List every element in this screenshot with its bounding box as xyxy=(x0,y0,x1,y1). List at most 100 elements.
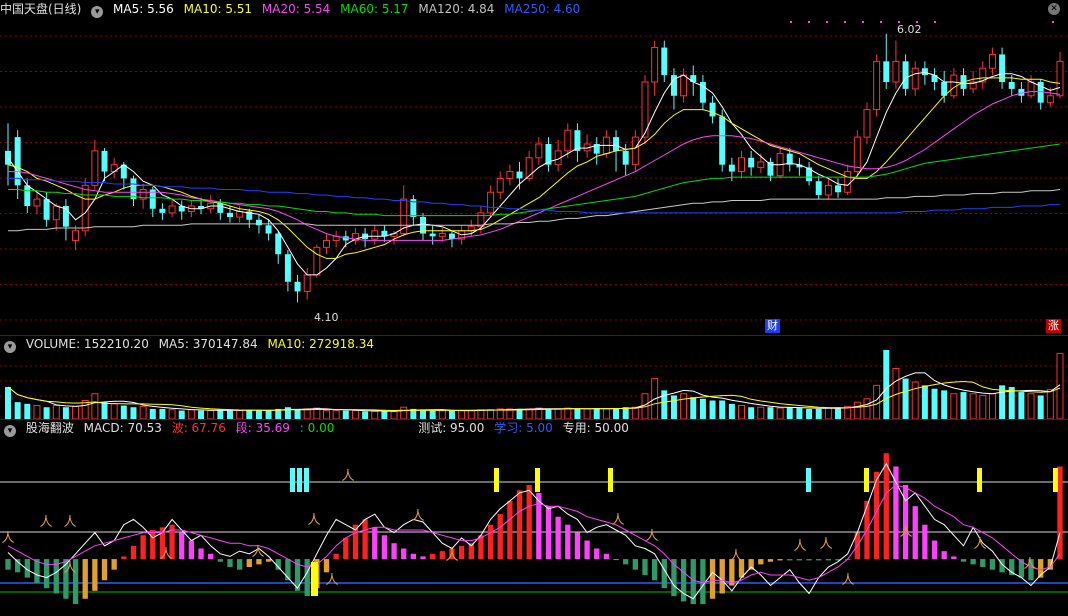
macd-bar xyxy=(623,559,629,565)
candle-body xyxy=(294,281,301,292)
candle-body xyxy=(275,233,282,255)
chevron-down-icon[interactable]: ▾ xyxy=(4,341,16,353)
volume-bar xyxy=(207,410,215,420)
macd-bar xyxy=(777,559,783,561)
volume-bar xyxy=(1008,387,1015,419)
volume-bar xyxy=(719,400,726,419)
volume-bar xyxy=(187,409,195,420)
volume-bar xyxy=(728,403,735,419)
ma10-label: MA10: 5.51 xyxy=(183,2,253,16)
signal-dot xyxy=(844,21,846,23)
person-icon: 人 xyxy=(841,573,854,588)
volume-bar xyxy=(400,406,408,420)
volume-bar xyxy=(670,395,677,419)
volume-bar xyxy=(371,410,379,420)
finance-badge[interactable]: 财 xyxy=(765,319,780,333)
volume-bar xyxy=(824,407,832,420)
macd-bar xyxy=(265,559,272,562)
person-icon: 人 xyxy=(325,573,338,588)
candle-body xyxy=(159,208,166,213)
volume-bar xyxy=(757,406,765,420)
volume-bar xyxy=(545,408,552,419)
signal-bar xyxy=(608,468,613,492)
person-icon: 人 xyxy=(251,545,264,560)
macd-bar xyxy=(343,537,349,560)
candle-body xyxy=(516,171,523,179)
person-icon: 人 xyxy=(1023,557,1036,572)
macd-bar xyxy=(584,540,590,560)
macd-bar xyxy=(989,559,996,570)
macd-bar xyxy=(208,553,214,560)
volume-bar xyxy=(554,408,562,420)
macd-bar xyxy=(555,516,561,560)
macd-bar xyxy=(497,514,503,560)
chevron-down-icon[interactable]: ▾ xyxy=(91,6,104,18)
candle-body xyxy=(448,233,455,240)
candle-body xyxy=(757,161,765,168)
volume-bar xyxy=(33,405,41,420)
candle-body xyxy=(613,137,620,151)
volume-bar xyxy=(487,409,495,420)
volume-title: VOLUME: 152210.20 xyxy=(25,337,149,351)
macd-chart[interactable]: 人人 人人人 人人人人人人人人人人 人人人人人 xyxy=(0,420,1068,616)
volume-bar xyxy=(467,410,475,420)
macd-bar xyxy=(101,559,108,581)
macd-bar xyxy=(92,559,98,591)
volume-bar xyxy=(448,410,455,419)
volume-bar xyxy=(690,397,697,419)
macd-bar xyxy=(632,559,638,570)
person-icon: 人 xyxy=(645,529,658,544)
volume-bar xyxy=(902,378,909,419)
candle-body xyxy=(844,171,852,193)
macd-bar xyxy=(362,519,368,560)
volume-bar xyxy=(806,408,813,419)
macd-bar xyxy=(333,553,339,560)
volume-bar xyxy=(217,409,224,419)
volume-bar xyxy=(525,408,533,420)
person-icon: 人 xyxy=(159,547,172,562)
signal-bar xyxy=(297,468,302,492)
macd-bar xyxy=(709,559,716,599)
volume-bar xyxy=(1018,392,1025,419)
volume-bar xyxy=(748,407,755,419)
volume-bar xyxy=(738,405,745,420)
volume-bar xyxy=(236,410,244,420)
volume-bar xyxy=(130,407,137,419)
signal-bar xyxy=(806,468,811,492)
volume-bar xyxy=(303,408,311,420)
ma120-label: MA120: 4.84 xyxy=(418,2,495,16)
person-icon: 人 xyxy=(63,515,76,530)
volume-bar xyxy=(110,403,118,420)
chevron-down-icon[interactable]: ▾ xyxy=(4,425,16,437)
macd-panel[interactable]: ▾ 股海翻波 MACD: 70.53 波: 67.76 段: 35.69 : 0… xyxy=(0,420,1068,616)
volume-bar xyxy=(873,384,881,420)
volume-bar xyxy=(101,402,108,419)
macd-bar xyxy=(816,559,822,561)
candle-body xyxy=(226,212,233,218)
candle-body xyxy=(863,109,871,138)
volume-bar xyxy=(323,410,330,420)
candle-body xyxy=(284,254,291,282)
signal-bar xyxy=(311,562,318,596)
volume-bar xyxy=(5,387,11,419)
macd-bar xyxy=(970,559,976,565)
volume-bar xyxy=(835,407,842,419)
candle-body xyxy=(52,205,60,221)
zero-value: : 0.00 xyxy=(299,421,335,435)
macd-bar xyxy=(140,535,146,560)
volume-bar xyxy=(709,400,716,419)
ceshi-value: 测试: 95.00 xyxy=(418,421,485,435)
candle-body xyxy=(1027,81,1035,97)
candle-body xyxy=(631,136,639,166)
signal-dot xyxy=(862,21,864,23)
price-chart[interactable] xyxy=(0,0,1068,336)
macd-bar xyxy=(767,559,774,562)
price-panel[interactable]: 中国天盘(日线) ▾ MA5: 5.56 MA10: 5.51 MA20: 5.… xyxy=(0,0,1068,336)
limit-up-badge[interactable]: 涨 xyxy=(1046,319,1061,333)
macd-bar xyxy=(951,556,957,560)
volume-panel[interactable]: ▾ VOLUME: 152210.20 MA5: 370147.84 MA10:… xyxy=(0,336,1068,420)
macd-bar xyxy=(198,548,204,560)
macd-indicator-title: 股海翻波 xyxy=(25,421,74,435)
candle-body xyxy=(72,230,80,241)
candle-body xyxy=(429,233,436,237)
